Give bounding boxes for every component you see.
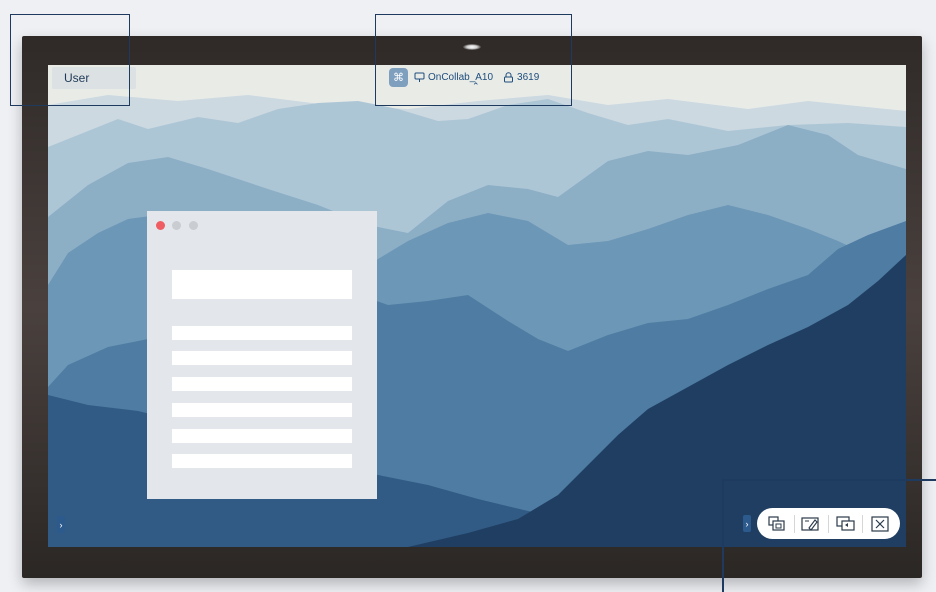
toolbar-expand-button[interactable]: › [743,515,751,532]
close-dot[interactable] [156,221,165,230]
screen-share-icon[interactable] [765,513,789,535]
shared-screen: User ⌘ OnCollab_A10 3619 ⌃ › › [48,65,906,547]
close-icon[interactable] [868,513,892,535]
toolbar-divider [793,514,795,533]
window-line [172,429,352,443]
window-line [172,326,352,340]
minimize-dot[interactable] [172,221,181,230]
toolbar-divider [827,514,829,533]
annotation-box-session-info [375,14,572,106]
annotation-line-vertical [722,479,724,592]
toolbar-divider [862,514,864,533]
pen-annotate-icon[interactable] [799,513,823,535]
maximize-dot[interactable] [189,221,198,230]
window-header-field [172,270,352,299]
window-line [172,454,352,468]
screen-switch-icon[interactable] [834,513,858,535]
window-line [172,403,352,417]
window-line [172,377,352,391]
annotation-line-horizontal [722,479,936,481]
app-window [147,211,377,499]
annotation-box-user [10,14,130,106]
window-line [172,351,352,365]
chevron-right-icon[interactable]: › [57,516,65,533]
bottom-toolbar [757,508,900,539]
